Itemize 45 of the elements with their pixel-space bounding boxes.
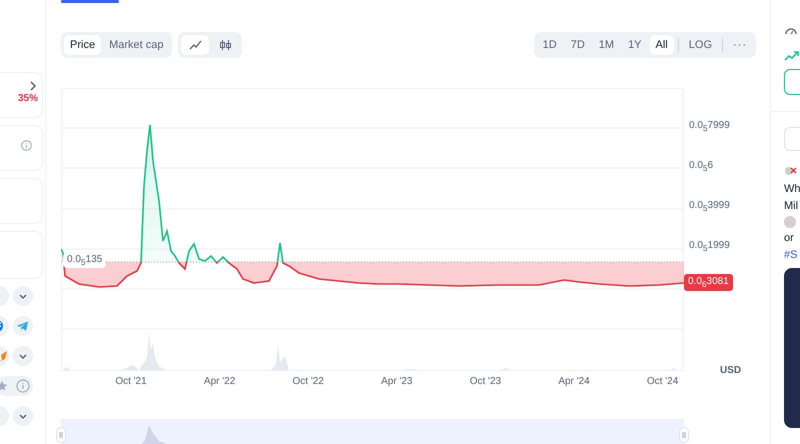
time-range-tab[interactable]: 1D — [536, 35, 563, 55]
chevron-right-icon[interactable] — [29, 81, 37, 91]
trend-up-icon — [784, 51, 800, 61]
y-axis-label: 0.0$_{5}$3999 — [689, 200, 730, 213]
active-tab-indicator — [61, 0, 119, 3]
chevron-down-icon[interactable] — [13, 286, 33, 306]
x-axis-label: Oct '24 — [646, 376, 680, 387]
time-range-tab[interactable]: 1M — [592, 35, 620, 55]
line-chart-icon — [188, 39, 202, 51]
currency-label: USD — [720, 365, 742, 376]
hashtag-link[interactable]: #S — [784, 247, 798, 264]
post-text: Mil — [784, 199, 798, 214]
time-range-tab[interactable]: All — [650, 35, 674, 55]
y-axis-label: 0.0$_{5}$7999 — [689, 120, 730, 133]
x-axis-label: Oct '22 — [292, 376, 325, 387]
post-text: Wh — [784, 182, 800, 197]
x-axis-label: Oct '21 — [114, 376, 148, 387]
post-text: or — [784, 231, 794, 246]
info-icon[interactable] — [21, 140, 32, 151]
chevron-down-icon[interactable] — [13, 346, 33, 366]
emoji-icon — [784, 165, 798, 177]
chart-type-tab[interactable]: Price — [64, 35, 102, 55]
baseline-price-label: 0.0$_{5}$135 — [63, 253, 106, 268]
chevron-down-icon[interactable] — [13, 406, 33, 426]
x-axis-label: Apr '22 — [202, 376, 236, 387]
line-chart-button[interactable] — [181, 35, 210, 55]
time-range-tab[interactable]: 1Y — [622, 35, 648, 55]
x-axis-label: Apr '24 — [557, 376, 591, 387]
range-handle-icon[interactable] — [56, 427, 66, 443]
range-handle-icon[interactable] — [679, 427, 689, 443]
y-axis-label: 0.0$_{5}$1999 — [689, 240, 730, 253]
x-axis-label: Oct '23 — [468, 376, 502, 387]
navigator-area-drawing — [141, 425, 169, 444]
x-axis-label: Apr '23 — [380, 376, 414, 387]
candlestick-icon — [218, 39, 232, 51]
y-axis-label: 0.0$_{5}$6 — [689, 160, 714, 173]
telegram-icon[interactable] — [13, 316, 33, 336]
current-price-label: 0.0$_{6}$3081 — [684, 274, 733, 291]
log-scale-toggle[interactable]: LOG — [682, 35, 718, 55]
price-change: 35% — [18, 93, 38, 104]
chart-type-tab[interactable]: Market cap — [103, 35, 170, 55]
time-range-tab[interactable]: 7D — [564, 35, 591, 55]
info-icon[interactable] — [16, 379, 30, 393]
more-button[interactable]: ··· — [727, 35, 753, 55]
avatar — [784, 216, 796, 228]
